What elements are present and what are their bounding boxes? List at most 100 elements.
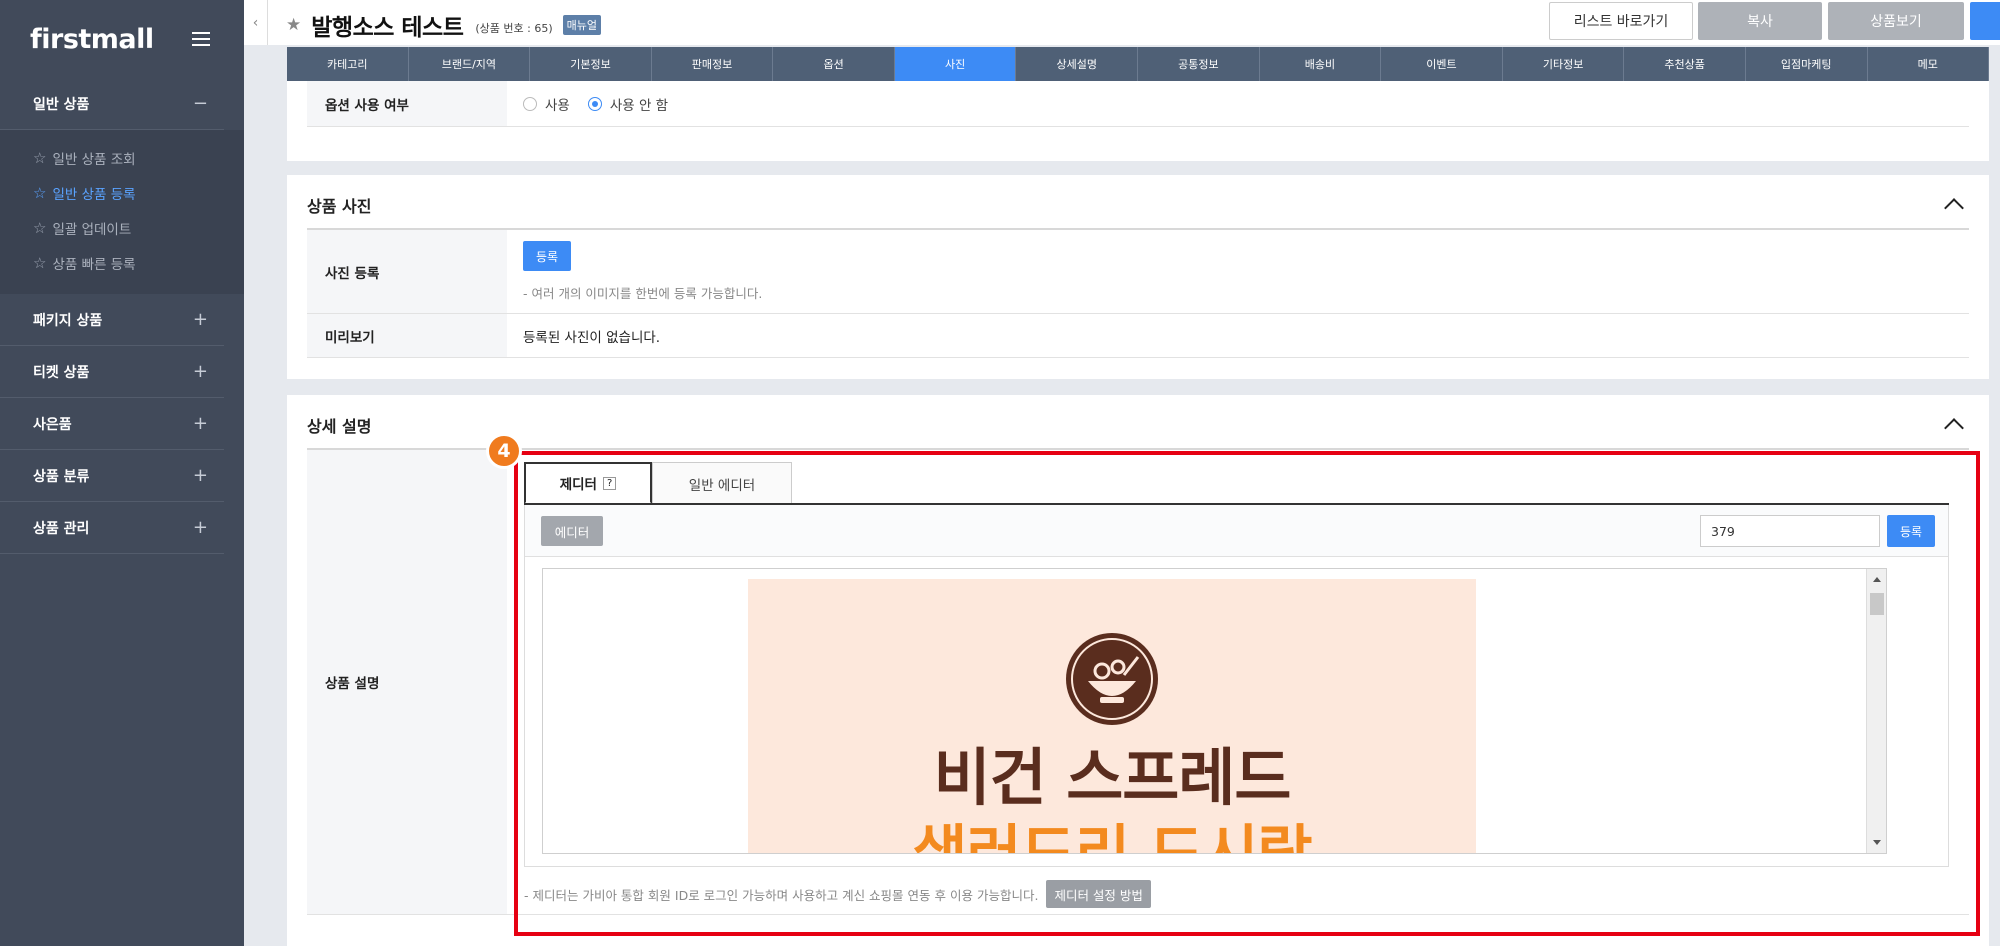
sidebar-item-product-list[interactable]: ☆ 일반 상품 조회 xyxy=(0,140,244,175)
sidebar-item-label: 상품 빠른 등록 xyxy=(52,256,136,273)
editor-note: - 제디터는 가비아 통합 회원 ID로 로그인 가능하며 사용하고 계신 쇼핑… xyxy=(524,887,1039,903)
expand-icon[interactable]: + xyxy=(193,465,208,486)
photo-preview-value: 등록된 사진이 없습니다. xyxy=(523,329,661,346)
collapse-chevron-icon[interactable] xyxy=(1944,418,1964,438)
view-product-button[interactable]: 상품보기 xyxy=(1828,2,1964,40)
favorite-star-icon[interactable]: ★ xyxy=(286,15,301,35)
sidebar-collapse-button[interactable]: ‹ xyxy=(244,0,268,45)
preview-text-line1: 비건 스프레드 xyxy=(933,741,1292,814)
editor-tabs: 제디터 ? 일반 에디터 xyxy=(524,462,792,504)
page-title: 발행소스 테스트 xyxy=(311,15,464,41)
tab-memo[interactable]: 메모 xyxy=(1867,47,1990,81)
hamburger-menu-icon[interactable] xyxy=(192,32,210,46)
editor-guide-button[interactable]: 제디터 설정 방법 xyxy=(1046,880,1151,908)
tab-zeditor[interactable]: 제디터 ? xyxy=(524,462,652,504)
sidebar-section-product-management[interactable]: 상품 관리 + xyxy=(0,502,224,554)
star-icon: ☆ xyxy=(33,148,47,167)
tab-label: 제디터 xyxy=(559,477,597,493)
sidebar-section-ticket-products[interactable]: 티켓 상품 + xyxy=(0,346,224,398)
sidebar-section-gifts[interactable]: 사은품 + xyxy=(0,398,224,450)
radio-circle xyxy=(523,96,537,111)
tab-shipping[interactable]: 배송비 xyxy=(1259,47,1382,81)
tab-sales-info[interactable]: 판매정보 xyxy=(651,47,774,81)
option-use-value: 사용 사용 안 함 xyxy=(507,81,1969,126)
go-to-list-button[interactable]: 리스트 바로가기 xyxy=(1549,2,1693,40)
tab-category[interactable]: 카테고리 xyxy=(287,47,409,81)
preview-scrollbar[interactable] xyxy=(1866,569,1886,853)
sidebar-section-label: 일반 상품 xyxy=(33,96,90,113)
sidebar-submenu: ☆ 일반 상품 조회 ☆ 일반 상품 등록 ☆ 일괄 업데이트 ☆ 상품 빠른 … xyxy=(0,130,244,294)
tab-detail-description[interactable]: 상세설명 xyxy=(1016,47,1139,81)
editor-box: 에디터 등록 비건 스프레드 샐러드리 드시랑 xyxy=(524,505,1949,867)
tab-common-info[interactable]: 공통정보 xyxy=(1138,47,1260,81)
desc-section-title: 상세 설명 xyxy=(307,417,372,436)
option-use-no-radio[interactable]: 사용 안 함 xyxy=(587,94,669,114)
tab-marketing[interactable]: 입점마케팅 xyxy=(1745,47,1868,81)
sidebar-section-label: 사은품 xyxy=(33,416,72,433)
sidebar-item-product-register[interactable]: ☆ 일반 상품 등록 xyxy=(0,175,244,210)
photo-register-note: - 여러 개의 이미지를 한번에 등록 가능합니다. xyxy=(523,286,763,301)
logo-row: firstmall xyxy=(0,0,244,78)
product-desc-label: 상품 설명 xyxy=(307,450,507,914)
copy-button[interactable]: 복사 xyxy=(1698,2,1822,40)
collapse-icon[interactable]: − xyxy=(193,93,208,114)
sidebar-item-quick-register[interactable]: ☆ 상품 빠른 등록 xyxy=(0,245,244,280)
tab-recommended[interactable]: 추천상품 xyxy=(1624,47,1746,81)
expand-icon[interactable]: + xyxy=(193,413,208,434)
sidebar-item-bulk-update[interactable]: ☆ 일괄 업데이트 xyxy=(0,210,244,245)
collapse-chevron-icon[interactable] xyxy=(1944,198,1964,218)
editor-toolbar: 에디터 등록 xyxy=(525,505,1948,557)
option-use-yes-radio[interactable]: 사용 xyxy=(523,94,570,114)
open-editor-button[interactable]: 에디터 xyxy=(541,516,603,546)
step-number-badge: 4 xyxy=(486,433,522,469)
photo-preview-label: 미리보기 xyxy=(307,314,507,357)
editor-note-row: - 제디터는 가비아 통합 회원 ID로 로그인 가능하며 사용하고 계신 쇼핑… xyxy=(524,880,1151,908)
sidebar-item-label: 일괄 업데이트 xyxy=(52,221,132,238)
option-use-label: 옵션 사용 여부 xyxy=(307,81,507,126)
sidebar-section-general-products[interactable]: 일반 상품 − xyxy=(0,78,224,130)
description-preview-frame[interactable]: 비건 스프레드 샐러드리 드시랑 xyxy=(542,568,1887,854)
tab-options[interactable]: 옵션 xyxy=(773,47,895,81)
star-icon: ☆ xyxy=(33,253,47,272)
logo[interactable]: firstmall xyxy=(30,24,154,55)
radio-circle xyxy=(587,96,602,111)
sidebar-section-package-products[interactable]: 패키지 상품 + xyxy=(0,294,224,346)
star-icon: ☆ xyxy=(33,183,47,202)
tab-photos[interactable]: 사진 xyxy=(894,47,1017,81)
tab-other-info[interactable]: 기타정보 xyxy=(1502,47,1625,81)
save-button[interactable]: 저장 xyxy=(1970,2,2000,40)
photo-register-button[interactable]: 등록 xyxy=(523,241,571,271)
option-card: 옵션 사용 여부 사용 사용 안 함 xyxy=(287,81,1989,161)
manual-badge[interactable]: 매뉴얼 xyxy=(562,15,602,35)
expand-icon[interactable]: + xyxy=(193,361,208,382)
radio-label: 사용 xyxy=(545,97,570,114)
expand-icon[interactable]: + xyxy=(193,517,208,538)
expand-icon[interactable]: + xyxy=(193,309,208,330)
product-number: (상품 번호 : 65) xyxy=(475,22,553,35)
tab-basic-info[interactable]: 기본정보 xyxy=(530,47,652,81)
sidebar-section-label: 티켓 상품 xyxy=(33,364,90,381)
help-icon[interactable]: ? xyxy=(602,476,617,490)
tab-general-editor[interactable]: 일반 에디터 xyxy=(652,462,792,504)
sidebar-item-label: 일반 상품 등록 xyxy=(52,186,136,203)
photo-register-label: 사진 등록 xyxy=(307,230,507,313)
product-photo-card: 상품 사진 사진 등록 등록 - 여러 개의 이미지를 한번에 등록 가능합니다… xyxy=(287,175,1989,379)
sidebar-section-label: 상품 분류 xyxy=(33,468,90,485)
scroll-down-icon[interactable] xyxy=(1873,840,1881,845)
scroll-thumb[interactable] xyxy=(1870,593,1884,615)
scroll-up-icon[interactable] xyxy=(1873,577,1881,582)
photo-register-row: 사진 등록 등록 - 여러 개의 이미지를 한번에 등록 가능합니다. xyxy=(307,230,1969,314)
sidebar-section-label: 패키지 상품 xyxy=(33,312,103,329)
sidebar-section-label: 상품 관리 xyxy=(33,520,90,537)
photo-preview-row: 미리보기 등록된 사진이 없습니다. xyxy=(307,314,1969,358)
section-tab-bar: 카테고리 브랜드/지역 기본정보 판매정보 옵션 사진 상세설명 공통정보 배송… xyxy=(287,47,1990,81)
tab-brand-region[interactable]: 브랜드/지역 xyxy=(408,47,531,81)
radio-label: 사용 안 함 xyxy=(609,97,669,114)
tab-event[interactable]: 이벤트 xyxy=(1381,47,1503,81)
header: ‹ ★ 발행소스 테스트 (상품 번호 : 65) 매뉴얼 리스트 바로가기 복… xyxy=(244,0,2000,45)
star-icon: ☆ xyxy=(33,218,47,237)
width-input[interactable] xyxy=(1700,515,1880,547)
preview-text-line2: 샐러드리 드시랑 xyxy=(912,819,1312,854)
sidebar-section-product-category[interactable]: 상품 분류 + xyxy=(0,450,224,502)
apply-button[interactable]: 등록 xyxy=(1887,515,1935,547)
